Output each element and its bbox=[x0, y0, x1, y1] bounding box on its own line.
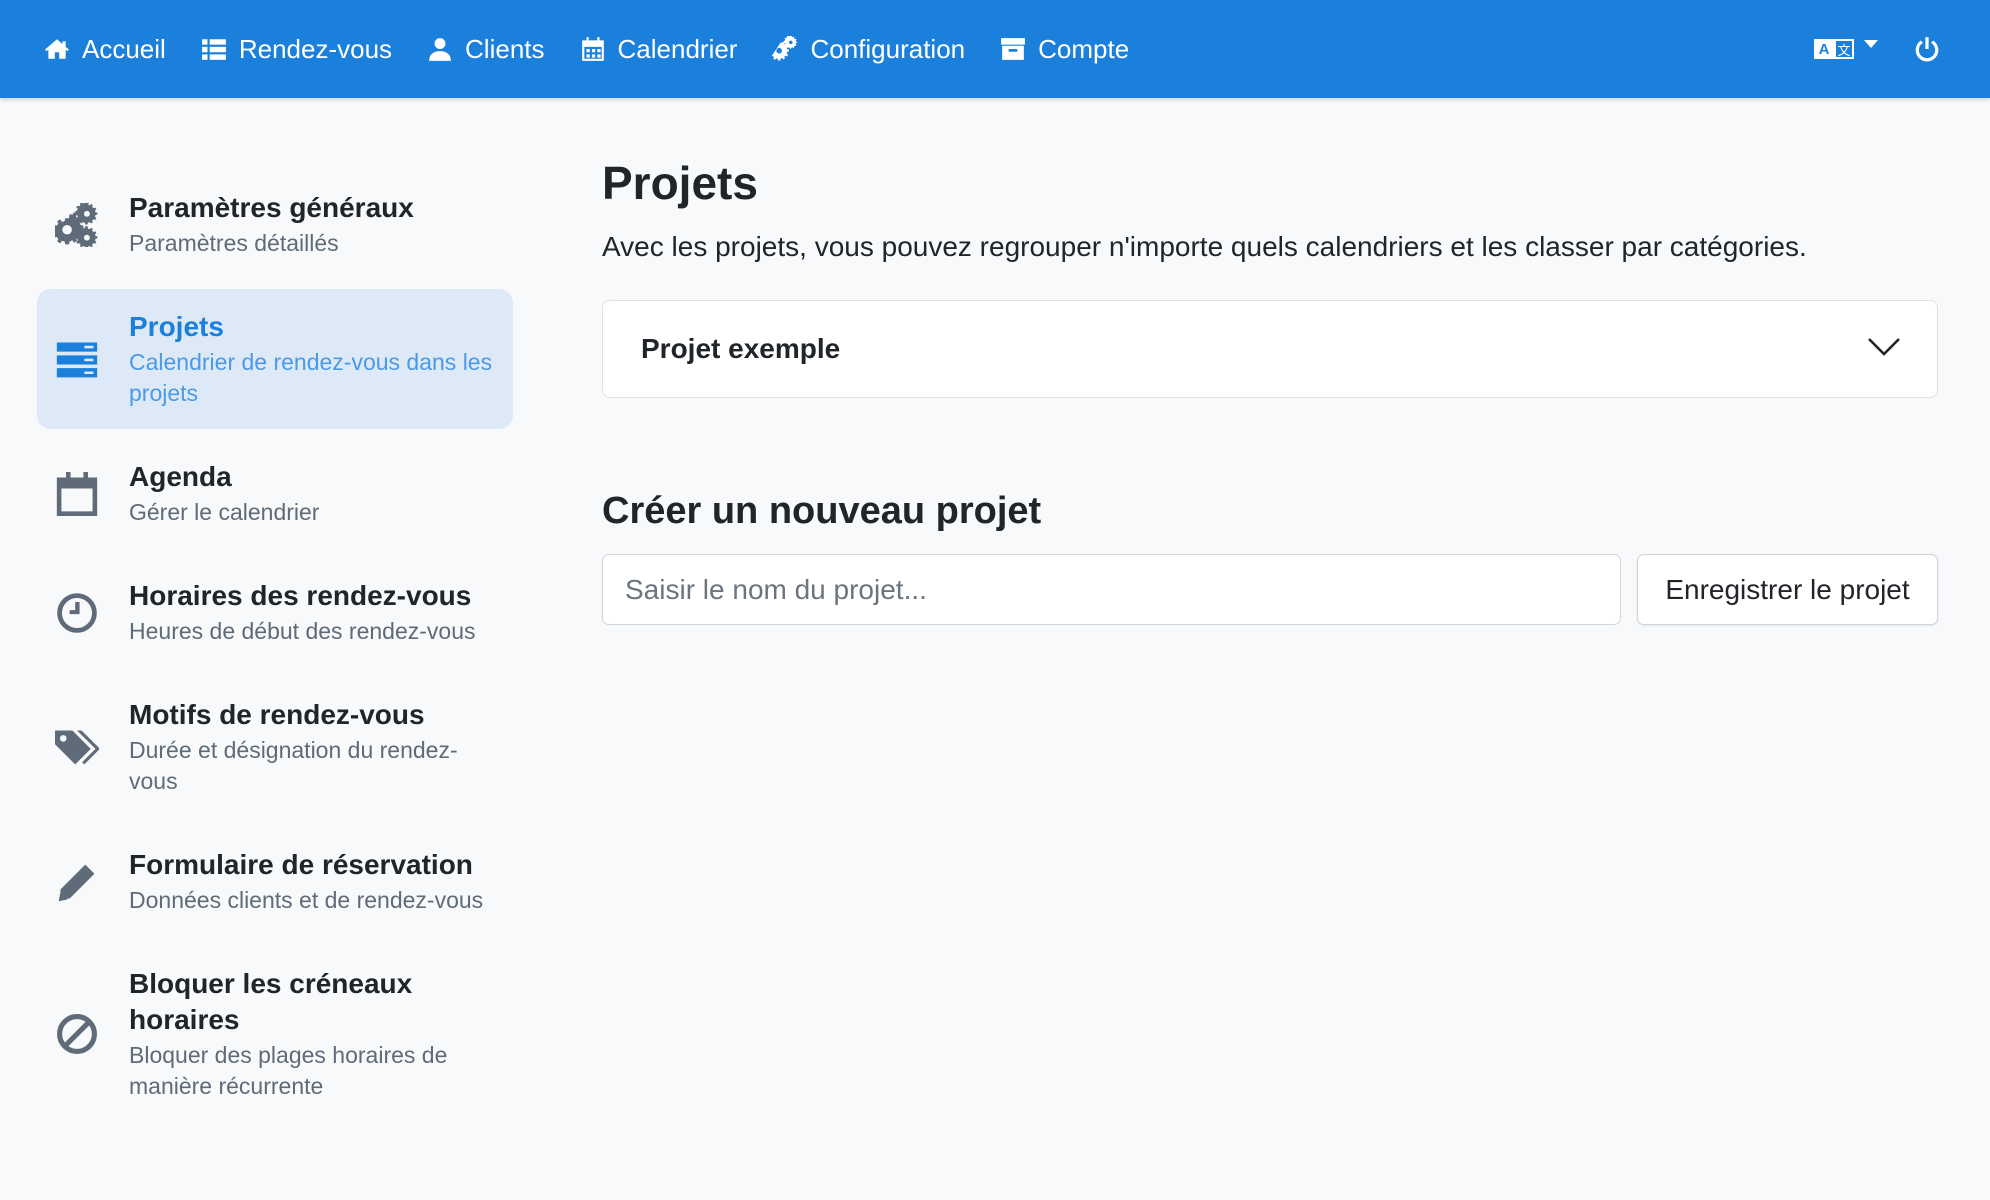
main-nav: Accueil Rendez-vous Clients Calendrier C… bbox=[44, 0, 1164, 98]
sidebar-item-horaires[interactable]: Horaires des rendez-vous Heures de début… bbox=[37, 558, 513, 667]
server-icon bbox=[56, 342, 98, 378]
sidebar-item-title: Bloquer les créneaux horaires bbox=[129, 968, 413, 1035]
sidebar-item-bloquer[interactable]: Bloquer les créneaux horaires Bloquer de… bbox=[37, 946, 513, 1122]
logout-button[interactable] bbox=[1914, 36, 1940, 62]
nav-label: Accueil bbox=[82, 33, 166, 64]
nav-item-rendez-vous[interactable]: Rendez-vous bbox=[201, 0, 392, 98]
pencil-icon bbox=[58, 864, 95, 901]
sidebar-item-subtitle: Durée et désignation du rendez-vous bbox=[129, 737, 458, 794]
sidebar-item-subtitle: Bloquer des plages horaires de manière r… bbox=[129, 1042, 448, 1099]
gears-icon bbox=[55, 202, 98, 247]
sidebar-item-title: Projets bbox=[129, 311, 224, 342]
nav-item-compte[interactable]: Compte bbox=[1000, 0, 1129, 98]
page-title: Projets bbox=[602, 157, 758, 209]
nav-label: Rendez-vous bbox=[238, 33, 393, 64]
translate-icon: A 文 bbox=[1814, 38, 1854, 60]
gears-icon bbox=[772, 36, 798, 61]
sidebar-item-title: Agenda bbox=[129, 461, 232, 492]
calendar-outline-icon bbox=[56, 471, 98, 516]
sidebar-item-subtitle: Gérer le calendrier bbox=[129, 499, 320, 525]
create-project-title: Créer un nouveau projet bbox=[602, 490, 1042, 532]
sidebar-item-formulaire[interactable]: Formulaire de réservation Données client… bbox=[37, 827, 513, 936]
nav-right: A 文 bbox=[1814, 0, 1990, 98]
save-project-button[interactable]: Enregistrer le projet bbox=[1637, 554, 1938, 625]
clock-icon bbox=[57, 592, 97, 633]
nav-item-accueil[interactable]: Accueil bbox=[44, 0, 166, 98]
caret-down-icon bbox=[1864, 40, 1878, 48]
project-name-input[interactable] bbox=[602, 554, 1621, 625]
sidebar-item-title: Formulaire de réservation bbox=[129, 849, 473, 880]
sidebar-item-parametres-generaux[interactable]: Paramètres généraux Paramètres détaillés bbox=[37, 170, 513, 279]
user-icon bbox=[429, 38, 451, 61]
settings-sidebar: Paramètres généraux Paramètres détaillés… bbox=[37, 170, 513, 1122]
project-accordion[interactable]: Projet exemple bbox=[602, 300, 1938, 398]
ban-icon bbox=[57, 1014, 97, 1054]
nav-item-calendrier[interactable]: Calendrier bbox=[580, 0, 738, 98]
nav-label: Compte bbox=[1038, 33, 1130, 64]
archive-icon bbox=[1001, 38, 1026, 60]
sidebar-item-subtitle: Paramètres détaillés bbox=[129, 230, 339, 256]
create-project-form: Enregistrer le projet bbox=[602, 554, 1938, 625]
calendar-icon bbox=[581, 37, 604, 61]
top-navbar: Accueil Rendez-vous Clients Calendrier C… bbox=[0, 0, 1990, 98]
language-dropdown[interactable]: A 文 bbox=[1814, 38, 1878, 60]
chevron-down-icon bbox=[1867, 336, 1901, 363]
sidebar-item-subtitle: Données clients et de rendez-vous bbox=[129, 887, 484, 913]
sidebar-item-title: Paramètres généraux bbox=[129, 192, 414, 223]
home-icon bbox=[45, 39, 69, 59]
nav-label: Clients bbox=[465, 33, 545, 64]
nav-label: Calendrier bbox=[617, 33, 738, 64]
project-name: Projet exemple bbox=[641, 333, 841, 364]
power-icon bbox=[1915, 37, 1939, 62]
sidebar-item-projets[interactable]: Projets Calendrier de rendez-vous dans l… bbox=[37, 289, 513, 429]
sidebar-item-subtitle: Heures de début des rendez-vous bbox=[129, 618, 476, 644]
main-content: Projets Avec les projets, vous pouvez re… bbox=[602, 150, 1938, 625]
nav-item-configuration[interactable]: Configuration bbox=[772, 0, 965, 98]
sidebar-item-subtitle: Calendrier de rendez-vous dans les proje… bbox=[129, 349, 493, 406]
list-icon bbox=[201, 39, 226, 60]
nav-item-clients[interactable]: Clients bbox=[427, 0, 545, 98]
page-description: Avec les projets, vous pouvez regrouper … bbox=[602, 231, 1807, 262]
sidebar-item-title: Horaires des rendez-vous bbox=[129, 580, 472, 611]
nav-label: Configuration bbox=[810, 33, 966, 64]
sidebar-item-agenda[interactable]: Agenda Gérer le calendrier bbox=[37, 439, 513, 548]
sidebar-item-motifs[interactable]: Motifs de rendez-vous Durée et désignati… bbox=[37, 677, 513, 817]
tags-icon bbox=[55, 730, 99, 765]
sidebar-item-title: Motifs de rendez-vous bbox=[129, 699, 425, 730]
